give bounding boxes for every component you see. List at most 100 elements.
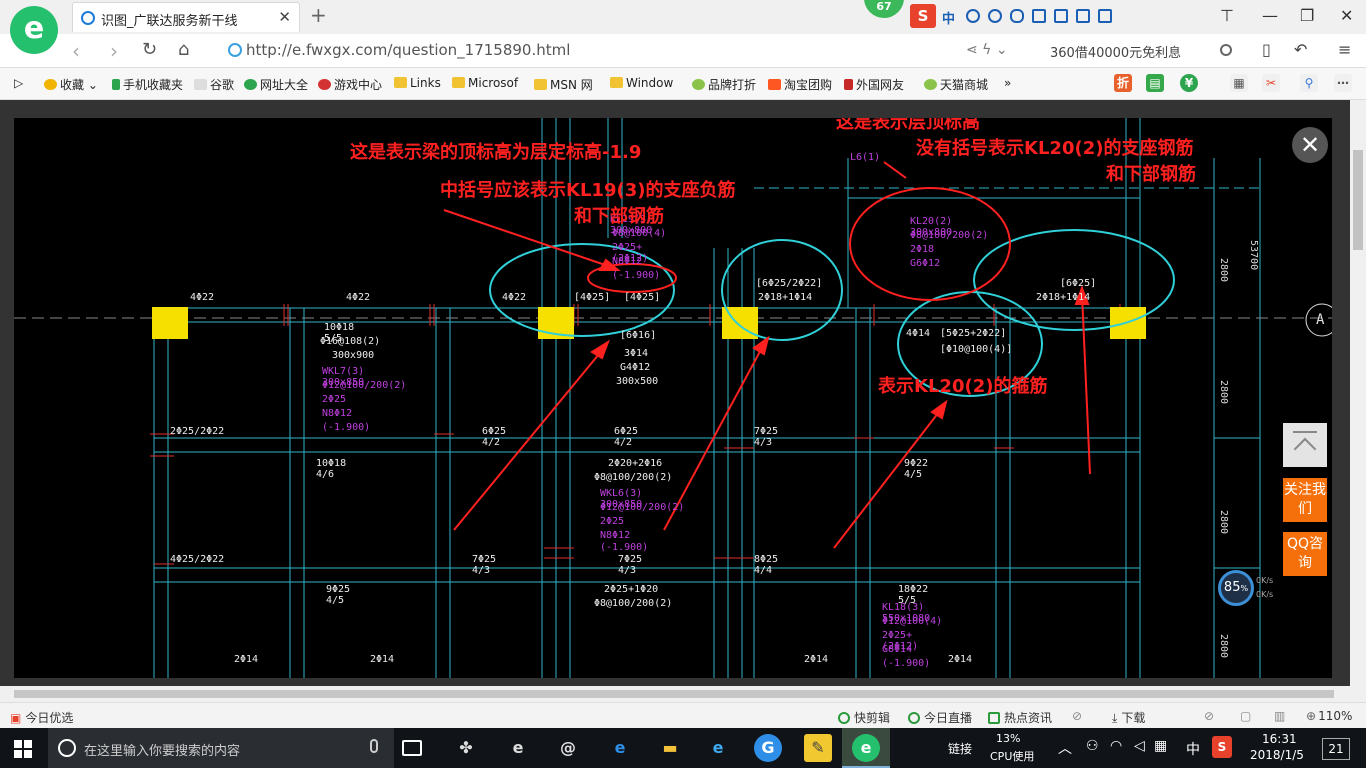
ime-tray[interactable]: 中: [1186, 739, 1200, 759]
compass-icon[interactable]: ⊘: [1072, 709, 1082, 723]
status-item-3[interactable]: ⤓ 下载: [1112, 709, 1145, 726]
ime-indicator[interactable]: 中: [942, 8, 955, 27]
follow-us-button[interactable]: 关注我们: [1283, 478, 1327, 522]
status-item-0[interactable]: 快剪辑: [838, 709, 890, 726]
wrench-icon[interactable]: [1098, 9, 1112, 23]
bookmark-0[interactable]: 收藏 ⌄: [44, 76, 98, 93]
clock-time[interactable]: 16:31: [1262, 732, 1297, 746]
link-toolbar[interactable]: 链接: [948, 740, 972, 757]
scroll-thumb[interactable]: [1353, 150, 1363, 250]
moon-icon[interactable]: [966, 9, 980, 23]
score-badge[interactable]: 67: [864, 0, 904, 18]
url-field[interactable]: http://e.fwxgx.com/question_1715890.html: [226, 38, 936, 64]
search-icon[interactable]: [1220, 44, 1232, 56]
cad-dim5: 53700: [1248, 240, 1259, 271]
status-item-2[interactable]: 热点资讯: [988, 709, 1052, 726]
shield-icon[interactable]: ¥: [1180, 74, 1198, 92]
mic-icon[interactable]: [1010, 9, 1024, 23]
scissors-icon[interactable]: ✂: [1262, 74, 1280, 92]
magnifier-icon[interactable]: ⚲: [1300, 74, 1318, 92]
network-speed-widget[interactable]: 85% 0K/s 0K/s: [1218, 570, 1302, 606]
forward-button[interactable]: ›: [110, 39, 118, 63]
zoom-level[interactable]: ⊕ 110%: [1306, 709, 1352, 723]
people-icon[interactable]: ⚇: [1086, 738, 1099, 754]
ie-alt-icon[interactable]: e: [504, 734, 532, 762]
wifi-icon[interactable]: ◠: [1110, 738, 1122, 754]
bookmark-10[interactable]: 淘宝团购: [768, 76, 832, 93]
bookmark-9[interactable]: 品牌打折: [692, 76, 756, 93]
edge-icon[interactable]: e: [606, 734, 634, 762]
bookmark-8[interactable]: Window: [610, 76, 673, 90]
bookmark-1[interactable]: 手机收藏夹: [112, 76, 183, 93]
emoji-icon[interactable]: [988, 9, 1002, 23]
share-icon[interactable]: ⋖ ϟ ⌄: [966, 42, 1008, 58]
keyboard-icon[interactable]: [1032, 9, 1046, 23]
tray-expand-icon[interactable]: ︿: [1058, 738, 1072, 758]
explorer-folder-icon[interactable]: ▬: [656, 734, 684, 762]
bookmark-3[interactable]: 网址大全: [244, 76, 308, 93]
restore-button[interactable]: ❐: [1300, 6, 1314, 25]
start-button[interactable]: [14, 740, 32, 758]
back-button[interactable]: ‹: [72, 39, 80, 63]
mobile-icon[interactable]: ▯: [1262, 40, 1271, 59]
horizontal-scrollbar[interactable]: [0, 686, 1366, 702]
new-tab-button[interactable]: +: [310, 3, 327, 27]
volume-icon[interactable]: ◁: [1134, 738, 1145, 754]
glodon-icon[interactable]: G: [754, 734, 782, 762]
search-box[interactable]: 360借40000元免利息: [1040, 40, 1238, 64]
status-item-1[interactable]: 今日直播: [908, 709, 972, 726]
taskbar-search-input[interactable]: 在这里输入你要搜索的内容: [84, 740, 240, 759]
close-viewer-button[interactable]: ✕: [1292, 127, 1328, 163]
cad-b20: 2Φ14: [948, 654, 973, 665]
back-to-top-button[interactable]: [1283, 423, 1327, 467]
cad-b19: 2Φ14: [804, 654, 829, 665]
sogou-icon[interactable]: S: [910, 4, 936, 28]
bookmark-6[interactable]: Microsof: [452, 76, 518, 90]
bookmark-11[interactable]: 外国网友: [844, 76, 904, 93]
bookmark-2[interactable]: 谷歌: [194, 76, 234, 93]
task-view-icon[interactable]: [402, 740, 422, 756]
hscroll-thumb[interactable]: [14, 690, 1334, 698]
pinwheel-icon[interactable]: ✤: [452, 734, 480, 762]
url-text[interactable]: http://e.fwxgx.com/question_1715890.html: [246, 41, 570, 59]
sidebar-toggle-icon[interactable]: ▷: [14, 76, 23, 90]
microphone-icon[interactable]: [370, 739, 378, 753]
shirt-skin-icon[interactable]: ⊤: [1220, 6, 1234, 25]
ie-icon[interactable]: e: [704, 734, 732, 762]
active-task-360-browser[interactable]: e: [842, 728, 890, 768]
extension-icon[interactable]: ▦: [1230, 74, 1248, 92]
menu-icon[interactable]: ≡: [1338, 40, 1351, 59]
home-button[interactable]: ⌂: [178, 39, 189, 60]
undo-icon[interactable]: ↶: [1294, 40, 1307, 59]
refresh-button[interactable]: ↻: [142, 39, 157, 60]
taskbar-search[interactable]: 在这里输入你要搜索的内容: [48, 728, 394, 768]
vertical-scrollbar[interactable]: [1350, 100, 1366, 686]
reader-icon[interactable]: ▤: [1146, 74, 1164, 92]
browser-logo-icon[interactable]: e: [10, 6, 58, 54]
search-input[interactable]: 360借40000元免利息: [1050, 42, 1181, 61]
trash-icon[interactable]: ▥: [1274, 709, 1285, 723]
history-icon[interactable]: ⊘: [1204, 709, 1214, 723]
spiral-icon[interactable]: @: [554, 734, 582, 762]
bookmark-4[interactable]: 游戏中心: [318, 76, 382, 93]
tab-active[interactable]: 识图_广联达服务新干线 ✕: [72, 2, 300, 32]
bookmark-12[interactable]: 天猫商城: [924, 76, 988, 93]
keyboard-tray-icon[interactable]: ▦: [1154, 738, 1167, 754]
bookmarks-more[interactable]: »: [1004, 76, 1011, 90]
more-menu-icon[interactable]: ⋯: [1334, 74, 1352, 92]
shirt-icon[interactable]: [1054, 9, 1068, 23]
minimize-button[interactable]: —: [1262, 6, 1278, 25]
close-window-button[interactable]: ✕: [1340, 6, 1353, 25]
notification-center[interactable]: 21: [1322, 738, 1350, 760]
sogou-tray-icon[interactable]: S: [1212, 736, 1232, 758]
window-icon[interactable]: ▢: [1240, 709, 1251, 723]
grid-icon[interactable]: [1076, 9, 1090, 23]
bookmark-5[interactable]: Links: [394, 76, 441, 90]
notes-icon[interactable]: ✎: [804, 734, 832, 762]
discount-icon[interactable]: 折: [1114, 74, 1132, 92]
tab-close-icon[interactable]: ✕: [278, 8, 291, 26]
bookmark-7[interactable]: MSN 网: [534, 76, 593, 93]
site-security-icon[interactable]: [228, 43, 242, 57]
clock-date[interactable]: 2018/1/5: [1250, 748, 1304, 762]
today-picks[interactable]: ▣ 今日优选: [10, 709, 73, 726]
